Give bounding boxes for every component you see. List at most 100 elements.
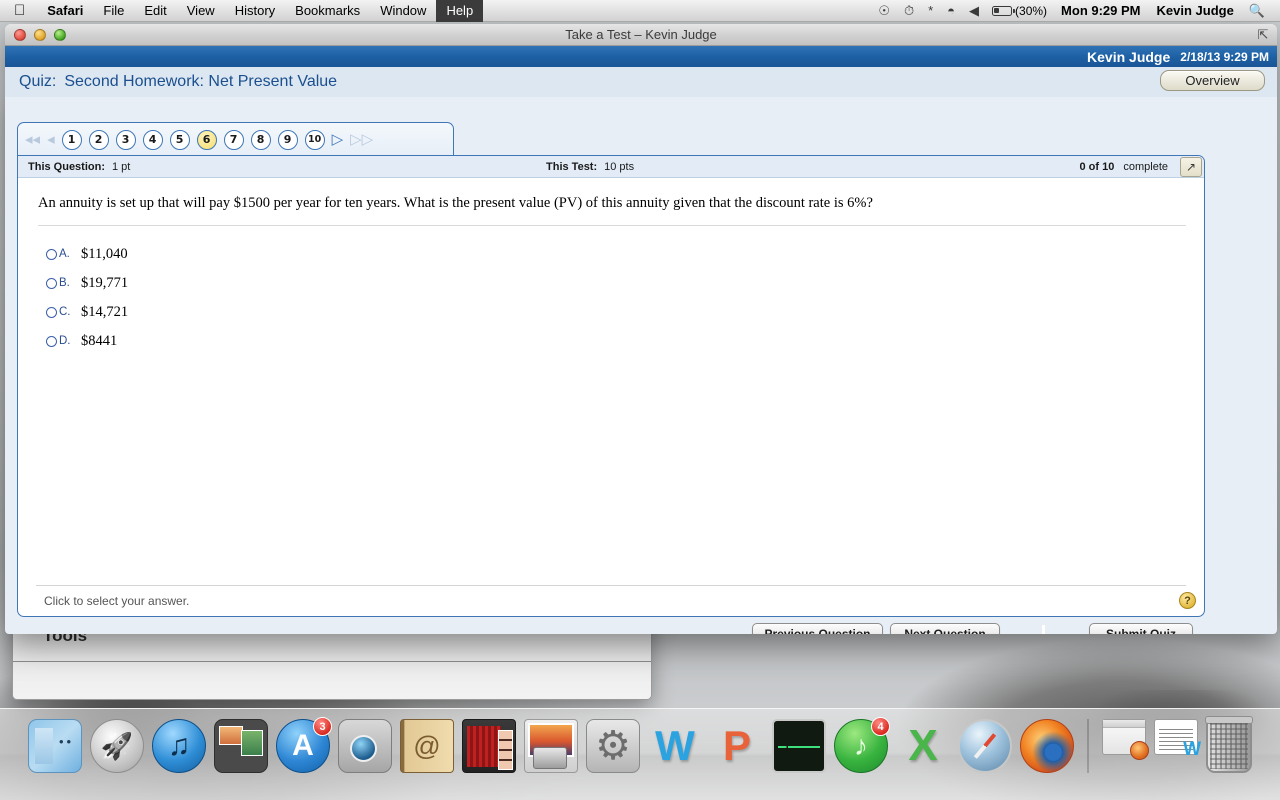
battery-percent: (30%) (1015, 3, 1048, 18)
microsoft-word-icon[interactable] (648, 719, 702, 773)
photo-booth-icon[interactable] (462, 719, 516, 773)
question-number-2[interactable]: 2 (88, 129, 109, 150)
search-icon[interactable]: 🔍 (1242, 3, 1272, 19)
choice-letter-c: C. (59, 306, 71, 319)
menu-item-edit[interactable]: Edit (134, 0, 176, 22)
radio-button-d[interactable] (46, 335, 57, 347)
question-number-8[interactable]: 8 (250, 129, 271, 150)
current-datetime: 2/18/13 9:29 PM (1180, 49, 1269, 64)
microsoft-powerpoint-icon[interactable] (710, 719, 764, 773)
menu-item-bookmarks[interactable]: Bookmarks (285, 0, 370, 22)
answer-choice-c[interactable]: C. $14,721 (46, 298, 1204, 327)
answer-hint-text: Click to select your answer. (44, 594, 190, 608)
this-test-group: This Test: 10 pts (546, 161, 634, 173)
question-number-9[interactable]: 9 (277, 129, 298, 150)
itunes-icon[interactable] (152, 719, 206, 773)
volume-icon[interactable]: ◀ (962, 3, 986, 19)
expand-icon[interactable]: ↗ (1180, 157, 1202, 177)
menu-item-window[interactable]: Window (370, 0, 436, 22)
app-store-icon[interactable]: 3 (276, 717, 332, 773)
fullscreen-icon[interactable]: ⇱ (1255, 27, 1271, 43)
question-panel: This Question: 1 pt This Test: 10 pts 0 … (17, 155, 1205, 617)
system-preferences-icon[interactable] (586, 719, 640, 773)
progress-value: 0 of 10 (1079, 160, 1115, 173)
previous-question-icon[interactable]: ◂ (47, 132, 55, 147)
dock-divider (1087, 719, 1089, 773)
take-a-test-window: Take a Test – Kevin Judge ⇱ Kevin Judge … (5, 24, 1277, 634)
user-info-bar: Kevin Judge 2/18/13 9:29 PM (5, 46, 1277, 67)
spotify-badge: 4 (871, 717, 890, 736)
quiz-label: Quiz: (19, 73, 57, 90)
mission-control-icon[interactable] (214, 719, 268, 773)
choice-value-b: $19,771 (81, 274, 129, 291)
choice-letter-b: B. (59, 277, 70, 290)
finder-icon[interactable] (28, 719, 82, 773)
firefox-icon[interactable] (1020, 719, 1074, 773)
wifi-icon[interactable]: ◓ (940, 3, 962, 18)
dock: 3 4 (0, 708, 1280, 800)
menu-bar-clock[interactable]: Mon 9:29 PM (1053, 0, 1148, 22)
help-icon[interactable]: ? (1179, 592, 1196, 609)
question-number-1[interactable]: 1 (61, 129, 82, 150)
app-store-badge: 3 (313, 717, 332, 736)
question-number-10[interactable]: 10 (304, 129, 325, 150)
time-machine-icon[interactable]: ⏱ (897, 3, 921, 19)
menu-item-safari[interactable]: Safari (37, 0, 93, 22)
next-question-icon[interactable]: ▷ (332, 132, 344, 147)
progress-group: 0 of 10 complete (1080, 161, 1169, 173)
answer-choice-b[interactable]: B. $19,771 (46, 269, 1204, 298)
choice-value-d: $8441 (81, 332, 118, 349)
activity-monitor-icon[interactable] (772, 719, 826, 773)
trash-icon[interactable] (1205, 716, 1253, 773)
window-title: Take a Test – Kevin Judge (565, 27, 717, 42)
last-question-icon[interactable]: ▷▷ (350, 132, 373, 147)
this-question-value: 1 pt (112, 160, 131, 173)
this-test-label: This Test: (546, 160, 598, 173)
submit-quiz-button[interactable]: Submit Quiz (1089, 623, 1193, 634)
answer-choice-d[interactable]: D. $8441 (46, 327, 1204, 356)
menu-item-history[interactable]: History (225, 0, 285, 22)
menu-bar-status-area: ☉ ⏱ * ◓ ◀ (30%) Mon 9:29 PM Kevin Judge … (871, 0, 1280, 22)
dropbox-icon[interactable]: ☉ (871, 3, 897, 19)
background-window-divider (13, 661, 651, 662)
question-number-5[interactable]: 5 (169, 129, 190, 150)
spotify-icon[interactable]: 4 (834, 717, 890, 773)
quiz-title: Second Homework: Net Present Value (64, 73, 338, 90)
minimized-firefox-window-icon[interactable] (1102, 719, 1149, 760)
contacts-icon[interactable] (400, 719, 454, 773)
this-test-value: 10 pts (604, 160, 635, 173)
radio-button-a[interactable] (46, 248, 57, 260)
launchpad-icon[interactable] (90, 719, 144, 773)
progress-label: complete (1123, 160, 1168, 173)
choice-letter-a: A. (59, 248, 70, 261)
choice-value-a: $11,040 (81, 245, 128, 262)
window-title-bar[interactable]: Take a Test – Kevin Judge ⇱ (5, 24, 1277, 46)
previous-question-button[interactable]: Previous Question (752, 623, 883, 634)
minimized-word-document-icon[interactable] (1154, 719, 1201, 761)
facetime-icon[interactable] (338, 719, 392, 773)
radio-button-b[interactable] (46, 277, 57, 289)
menu-item-view[interactable]: View (177, 0, 225, 22)
score-bar: This Question: 1 pt This Test: 10 pts 0 … (18, 156, 1204, 178)
question-number-4[interactable]: 4 (142, 129, 163, 150)
choice-letter-d: D. (59, 335, 71, 348)
radio-button-c[interactable] (46, 306, 57, 318)
answer-choice-a[interactable]: A. $11,040 (46, 240, 1204, 269)
question-number-6[interactable]: 6 (196, 129, 217, 150)
menu-bar-user[interactable]: Kevin Judge (1149, 0, 1242, 22)
quiz-header: Quiz: Second Homework: Net Present Value… (5, 67, 1277, 97)
menu-item-help[interactable]: Help (436, 0, 484, 22)
microsoft-excel-icon[interactable] (896, 719, 950, 773)
question-number-3[interactable]: 3 (115, 129, 136, 150)
bluetooth-icon[interactable]: * (921, 3, 940, 18)
overview-button[interactable]: Overview (1160, 70, 1265, 91)
menu-item-file[interactable]: File (93, 0, 134, 22)
first-question-icon[interactable]: ◂◂ (25, 132, 40, 147)
apple-icon[interactable]:  (0, 3, 37, 18)
next-question-button[interactable]: Next Question (890, 623, 1000, 634)
safari-icon[interactable] (958, 719, 1012, 773)
question-number-7[interactable]: 7 (223, 129, 244, 150)
mac-menu-bar:  Safari File Edit View History Bookmark… (0, 0, 1280, 22)
battery-icon[interactable]: (30%) (986, 4, 1053, 18)
iphoto-icon[interactable] (524, 719, 578, 773)
